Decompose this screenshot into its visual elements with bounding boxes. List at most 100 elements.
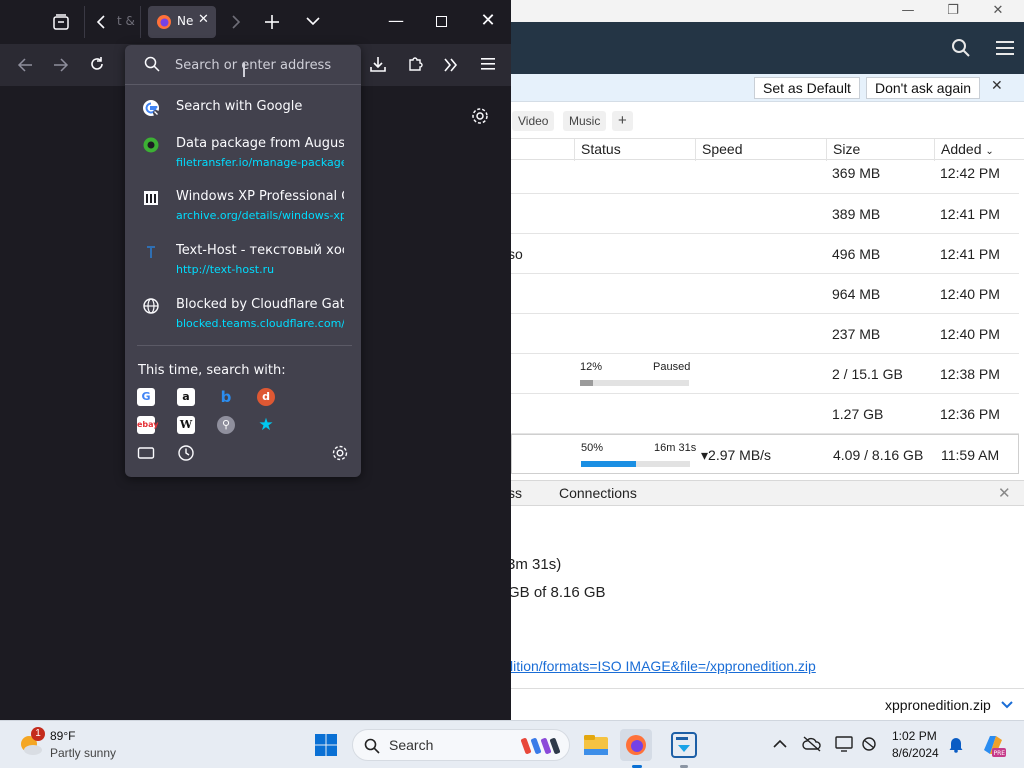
menu-icon[interactable] (995, 39, 1015, 57)
google-engine-icon[interactable]: G (137, 388, 155, 406)
chevron-down-icon[interactable] (1001, 700, 1013, 710)
maximize-icon[interactable] (436, 16, 447, 27)
taskbar-firefox-active[interactable] (620, 729, 652, 761)
suggestion-item[interactable]: Data package from August filetransfer.io… (125, 136, 361, 176)
table-row[interactable]: 964 MB 12:40 PM (511, 274, 1019, 314)
downloads-icon[interactable] (370, 56, 386, 72)
firefox-window: t & Ne ✕ — ✕ Search or enter address Sea… (0, 0, 511, 720)
table-row[interactable]: 237 MB 12:40 PM (511, 314, 1019, 354)
dont-ask-button[interactable]: Don't ask again (866, 77, 981, 99)
tray-time[interactable]: 1:02 PM (892, 729, 937, 743)
tab-progress-partial[interactable]: ss (511, 485, 522, 501)
bookmarks-star-icon[interactable]: ★ (257, 416, 275, 434)
column-added[interactable]: Added ⌄ (934, 139, 1019, 161)
category-video[interactable]: Video (512, 111, 555, 131)
minimize-icon[interactable]: — (386, 11, 406, 31)
table-row[interactable]: 389 MB 12:41 PM (511, 194, 1019, 234)
row-eta: 16m 31s (654, 442, 697, 454)
category-music[interactable]: Music (563, 111, 607, 131)
forward-icon[interactable] (53, 57, 69, 73)
row-size: 964 MB (832, 286, 881, 302)
archive-icon (144, 191, 158, 205)
ebay-engine-icon[interactable]: ebay (137, 416, 159, 434)
tabs-icon[interactable] (137, 445, 155, 461)
weather-badge: 1 (31, 727, 45, 741)
suggestion-title: Search with Google (176, 99, 303, 114)
cloud-offline-icon[interactable] (802, 736, 822, 752)
tab-overview-icon[interactable] (52, 13, 70, 31)
close-icon[interactable]: ✕ (983, 2, 1013, 20)
detail-tabs: ss Connections ✕ (511, 480, 1024, 506)
back-icon[interactable] (17, 57, 33, 73)
more-tools-icon[interactable] (443, 57, 459, 73)
tab-connections[interactable]: Connections (559, 485, 637, 501)
chevron-right-icon[interactable] (231, 14, 241, 30)
minimize-icon[interactable]: — (893, 2, 923, 20)
column-size[interactable]: Size (826, 139, 934, 161)
row-size: 1.27 GB (832, 406, 884, 422)
table-row[interactable]: 369 MB 12:42 PM (511, 160, 1019, 194)
network-icon[interactable] (860, 736, 878, 752)
column-status[interactable]: Status (574, 139, 695, 161)
download-list-header: Status Speed Size Added ⌄ (511, 138, 1024, 161)
history-icon[interactable] (177, 444, 195, 462)
search-engine-icon[interactable]: ⚲ (217, 416, 235, 434)
table-row[interactable]: 12% Paused 2 / 15.1 GB 12:38 PM (511, 354, 1019, 394)
add-category-button[interactable]: + (612, 111, 633, 131)
detail-source-link[interactable]: lition/formats=ISO IMAGE&file=/xppronedi… (511, 658, 816, 674)
duckduckgo-engine-icon[interactable]: d (257, 388, 275, 406)
app-menu-icon[interactable] (480, 57, 496, 71)
suggestion-item[interactable]: Text-Host - текстовый хост http://text-h… (125, 243, 361, 283)
reload-icon[interactable] (89, 56, 105, 72)
bing-engine-icon[interactable]: b (217, 388, 235, 406)
set-default-button[interactable]: Set as Default (754, 77, 860, 99)
tab-strip: t & Ne ✕ — ✕ (0, 0, 511, 44)
row-added: 12:40 PM (940, 286, 1000, 302)
url-input[interactable] (175, 55, 355, 75)
text-fade (343, 136, 361, 176)
search-icon[interactable] (951, 38, 971, 58)
table-row-selected[interactable]: 50% 16m 31s ▾2.97 MB/s 4.09 / 8.16 GB 11… (511, 434, 1019, 474)
close-tab-icon[interactable]: ✕ (198, 12, 209, 27)
tray-chevron-up-icon[interactable] (773, 739, 787, 749)
table-row[interactable]: so 496 MB 12:41 PM (511, 234, 1019, 274)
urlbar[interactable] (125, 45, 361, 85)
suggestion-item[interactable]: Windows XP Professional C archive.org/de… (125, 189, 361, 229)
copilot-icon[interactable]: PRE (980, 732, 1006, 758)
column-speed[interactable]: Speed (695, 139, 826, 161)
extensions-icon[interactable] (407, 55, 424, 72)
restore-icon[interactable]: ❐ (938, 2, 968, 20)
weather-icon[interactable]: 1 (18, 727, 45, 757)
download-manager-taskbar-icon[interactable] (668, 729, 700, 761)
close-notification-icon[interactable]: ✕ (991, 78, 1003, 94)
row-size: 496 MB (832, 246, 881, 262)
text-cursor-icon (243, 63, 245, 77)
page-settings-icon[interactable] (471, 107, 489, 125)
suggestion-item[interactable]: Blocked by Cloudflare Gate blocked.teams… (125, 297, 361, 337)
chevron-left-icon[interactable] (96, 14, 106, 30)
firefox-logo-icon (157, 15, 171, 29)
tab-active[interactable]: Ne ✕ (148, 6, 216, 38)
file-explorer-icon[interactable] (580, 729, 612, 761)
tab-title[interactable]: t & (117, 14, 135, 28)
display-icon[interactable] (835, 736, 853, 752)
dm-statusbar: xppronedition.zip (511, 688, 1024, 720)
close-window-icon[interactable]: ✕ (478, 11, 498, 31)
tab-title: Ne (177, 14, 194, 28)
notification-bell-icon[interactable] (948, 735, 964, 753)
list-tabs-chevron-icon[interactable] (306, 16, 320, 26)
row-size: 237 MB (832, 326, 881, 342)
amazon-engine-icon[interactable]: a (177, 388, 195, 406)
suggestion-item[interactable]: Search with Google (125, 99, 361, 123)
new-tab-icon[interactable] (264, 14, 280, 30)
windows-start-icon[interactable] (314, 733, 338, 757)
weather-temp: 89°F (50, 729, 76, 743)
text-fade (343, 189, 361, 229)
taskbar-search-box[interactable]: Search (352, 729, 570, 761)
wikipedia-engine-icon[interactable]: W (177, 416, 195, 434)
detail-size: GB of 8.16 GB (511, 584, 606, 601)
table-row[interactable]: 1.27 GB 12:36 PM (511, 394, 1019, 434)
tray-date[interactable]: 8/6/2024 (892, 746, 939, 760)
search-settings-icon[interactable] (331, 444, 349, 462)
close-details-icon[interactable]: ✕ (998, 484, 1011, 502)
